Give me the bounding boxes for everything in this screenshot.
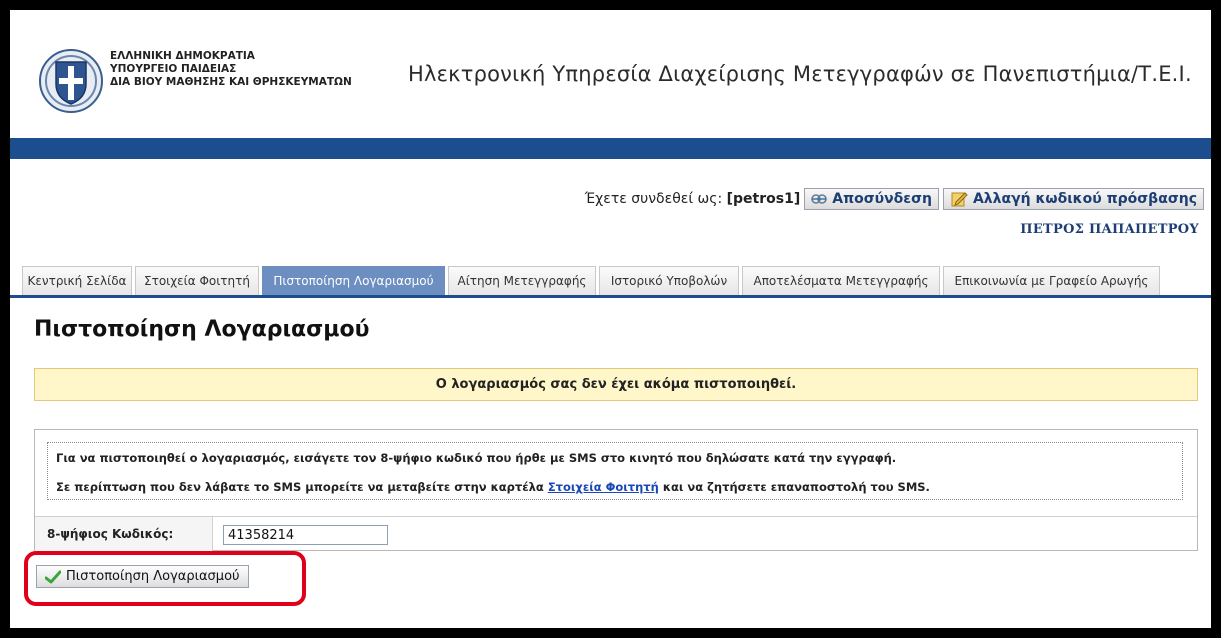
tab-transfer-application[interactable]: Αίτηση Μετεγγραφής xyxy=(448,266,596,295)
ministry-name: ΕΛΛΗΝΙΚΗ ΔΗΜΟΚΡΑΤΙΑ ΥΠΟΥΡΓΕΙΟ ΠΑΙΔΕΙΑΣ Δ… xyxy=(110,50,352,89)
instruction-line: Σε περίπτωση που δεν λάβατε το SMS μπορε… xyxy=(56,480,930,494)
instruction-line: Για να πιστοποιηθεί ο λογαριασμός, εισάγ… xyxy=(56,451,897,465)
edit-document-icon xyxy=(951,192,968,207)
tab-account-verification[interactable]: Πιστοποίηση Λογαριασμού xyxy=(262,266,445,295)
tab-bar: Κεντρική Σελίδα Στοιχεία Φοιτητή Πιστοπο… xyxy=(10,263,1211,298)
logout-button[interactable]: Αποσύνδεση xyxy=(804,188,939,210)
user-bar: Έχετε συνδεθεί ως: [petros1] Αποσύνδεση … xyxy=(585,188,1204,210)
coat-of-arms-icon xyxy=(39,49,103,113)
site-title: Ηλεκτρονική Υπηρεσία Διαχείρισης Μετεγγρ… xyxy=(408,62,1192,86)
page-title: Πιστοποίηση Λογαριασμού xyxy=(34,317,370,342)
page: ΕΛΛΗΝΙΚΗ ΔΗΜΟΚΡΑΤΙΑ ΥΠΟΥΡΓΕΙΟ ΠΑΙΔΕΙΑΣ Δ… xyxy=(10,10,1211,628)
logout-label: Αποσύνδεση xyxy=(832,191,932,207)
ministry-line: ΕΛΛΗΝΙΚΗ ΔΗΜΟΚΡΑΤΙΑ xyxy=(110,50,255,62)
ministry-line: ΥΠΟΥΡΓΕΙΟ ΠΑΙΔΕΙΑΣ xyxy=(110,63,237,75)
logged-in-text: Έχετε συνδεθεί ως: xyxy=(584,191,727,207)
student-details-link[interactable]: Στοιχεία Φοιτητή xyxy=(548,480,659,494)
instructions-box: Για να πιστοποιηθεί ο λογαριασμός, εισάγ… xyxy=(47,442,1183,500)
username: [petros1] xyxy=(726,191,801,207)
ministry-line: ΔΙΑ ΒΙΟΥ ΜΑΘΗΣΗΣ ΚΑΙ ΘΡΗΣΚΕΥΜΑΤΩΝ xyxy=(110,76,352,88)
user-full-name: ΠΕΤΡΟΣ ΠΑΠΑΠΕΤΡΟΥ xyxy=(1020,222,1199,237)
instruction-text: και να ζητήσετε επαναποστολή του SMS. xyxy=(658,480,930,494)
tab-home[interactable]: Κεντρική Σελίδα xyxy=(22,266,132,295)
tab-contact-helpdesk[interactable]: Επικοινωνία με Γραφείο Αρωγής xyxy=(943,266,1160,295)
header-band xyxy=(10,138,1211,159)
header: ΕΛΛΗΝΙΚΗ ΔΗΜΟΚΡΑΤΙΑ ΥΠΟΥΡΓΕΙΟ ΠΑΙΔΕΙΑΣ Δ… xyxy=(10,10,1211,138)
instruction-text: Σε περίπτωση που δεν λάβατε το SMS μπορε… xyxy=(56,480,548,494)
code-row: 8-ψήφιος Κωδικός: xyxy=(35,516,1197,551)
logged-in-label: Έχετε συνδεθεί ως: [petros1] xyxy=(585,191,801,207)
highlight-annotation xyxy=(24,551,306,606)
tab-transfer-results[interactable]: Αποτελέσματα Μετεγγραφής xyxy=(742,266,940,295)
status-notice: Ο λογαριασμός σας δεν έχει ακόμα πιστοπο… xyxy=(34,368,1198,401)
change-password-label: Αλλαγή κωδικού πρόσβασης xyxy=(972,191,1197,207)
code-label: 8-ψήφιος Κωδικός: xyxy=(35,517,213,551)
logout-icon xyxy=(811,194,828,204)
tab-submission-history[interactable]: Ιστορικό Υποβολών xyxy=(599,266,739,295)
verification-form: Για να πιστοποιηθεί ο λογαριασμός, εισάγ… xyxy=(34,429,1198,551)
tab-student-details[interactable]: Στοιχεία Φοιτητή xyxy=(135,266,259,295)
code-input[interactable] xyxy=(223,525,388,545)
change-password-button[interactable]: Αλλαγή κωδικού πρόσβασης xyxy=(942,188,1204,210)
